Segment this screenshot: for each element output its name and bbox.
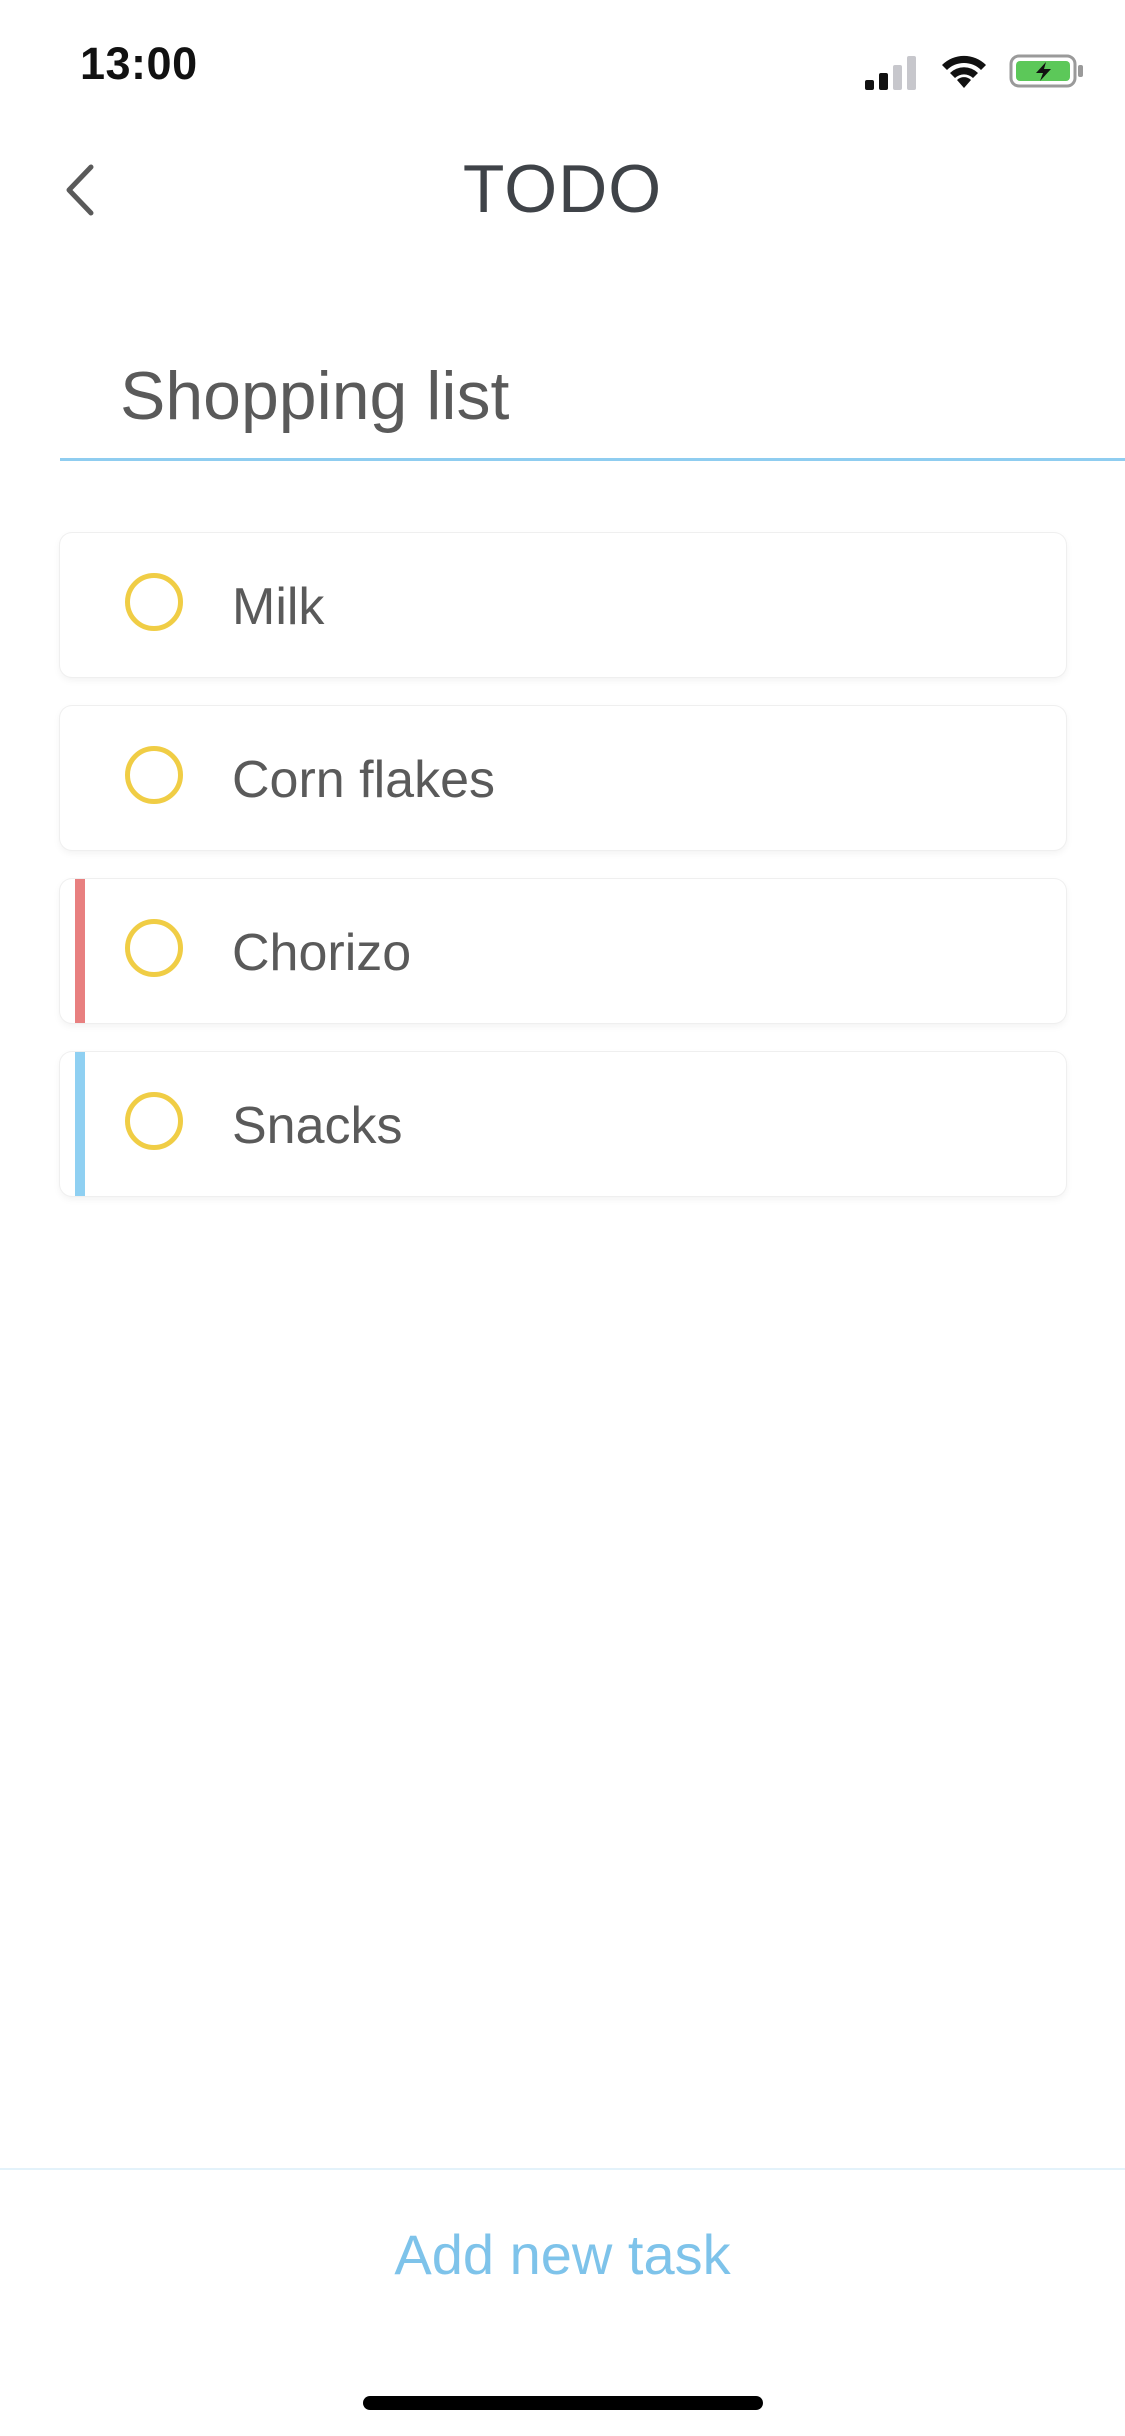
bottom-bar: Add new task: [0, 2168, 1125, 2330]
task-item-snacks[interactable]: Snacks: [60, 1052, 1066, 1196]
task-item-corn-flakes[interactable]: Corn flakes: [60, 706, 1066, 850]
status-icons: [865, 46, 1085, 90]
home-indicator[interactable]: [363, 2396, 763, 2410]
status-bar: 13:00: [0, 0, 1125, 132]
task-item-milk[interactable]: Milk: [60, 533, 1066, 677]
list-title-input[interactable]: [120, 354, 1060, 438]
add-task-button[interactable]: Add new task: [0, 2222, 1125, 2287]
task-checkbox[interactable]: [125, 746, 183, 804]
navigation-bar: TODO: [0, 132, 1125, 252]
task-priority-stripe: [75, 1052, 85, 1196]
status-time: 13:00: [80, 38, 198, 89]
battery-charging-icon: [1009, 52, 1085, 90]
cellular-signal-icon: [865, 54, 919, 90]
task-item-chorizo[interactable]: Chorizo: [60, 879, 1066, 1023]
task-label: Corn flakes: [232, 751, 495, 809]
task-label: Chorizo: [232, 924, 412, 982]
task-label: Milk: [232, 578, 325, 636]
task-checkbox[interactable]: [125, 919, 183, 977]
list-title-field-container: [60, 330, 1125, 461]
task-checkbox[interactable]: [125, 1092, 183, 1150]
wifi-icon: [939, 52, 989, 90]
task-priority-stripe: [75, 879, 85, 1023]
task-list: Milk Corn flakes Chorizo Snacks: [60, 533, 1066, 1225]
task-checkbox[interactable]: [125, 573, 183, 631]
task-label: Snacks: [232, 1097, 403, 1155]
page-title: TODO: [462, 151, 663, 227]
